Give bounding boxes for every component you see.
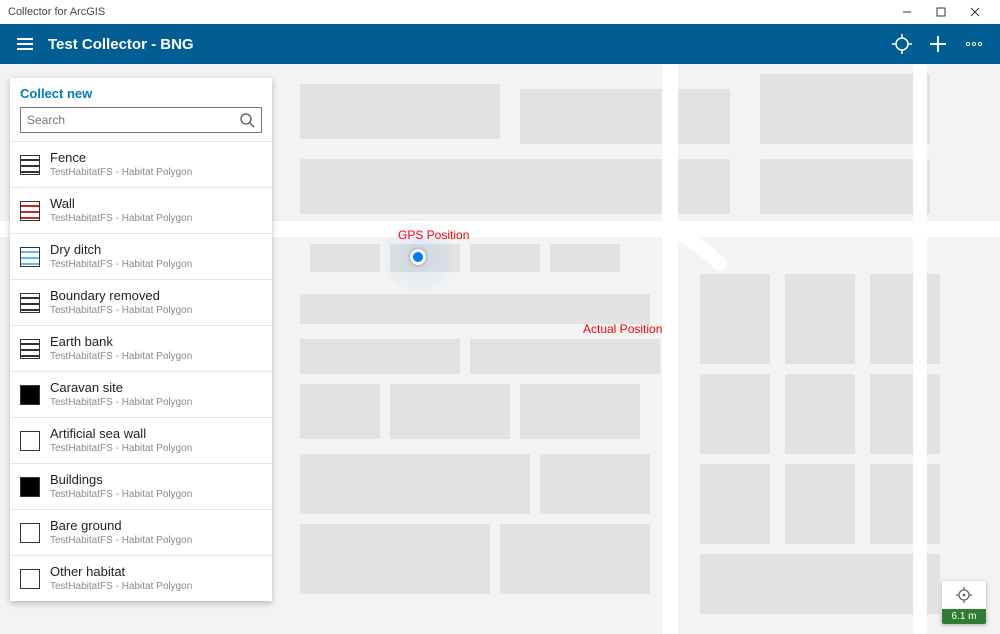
- window-title: Collector for ArcGIS: [8, 6, 105, 18]
- plus-icon: [927, 33, 949, 55]
- more-button[interactable]: [956, 26, 992, 62]
- feature-swatch: [20, 569, 40, 589]
- collect-panel: Collect new Fence TestHabitatFS - Habitat…: [10, 78, 272, 601]
- feature-name: Caravan site: [50, 381, 192, 395]
- feature-sublabel: TestHabitatFS - Habitat Polygon: [50, 489, 192, 500]
- feature-name: Boundary removed: [50, 289, 192, 303]
- feature-sublabel: TestHabitatFS - Habitat Polygon: [50, 443, 192, 454]
- feature-name: Other habitat: [50, 565, 192, 579]
- feature-template-item[interactable]: Bare ground TestHabitatFS - Habitat Polyg…: [10, 509, 272, 555]
- search-icon: [239, 112, 255, 128]
- accuracy-value: 6.1 m: [942, 609, 986, 624]
- locate-button[interactable]: [884, 26, 920, 62]
- feature-template-item[interactable]: Boundary removed TestHabitatFS - Habitat …: [10, 279, 272, 325]
- feature-template-item[interactable]: Dry ditch TestHabitatFS - Habitat Polygon: [10, 233, 272, 279]
- search-input[interactable]: [27, 113, 239, 127]
- feature-swatch: [20, 155, 40, 175]
- feature-name: Bare ground: [50, 519, 192, 533]
- feature-swatch: [20, 431, 40, 451]
- window-close-button[interactable]: [958, 0, 992, 24]
- feature-swatch: [20, 201, 40, 221]
- feature-name: Fence: [50, 151, 192, 165]
- main-area: GPS Position Actual Position: [0, 64, 1000, 634]
- feature-sublabel: TestHabitatFS - Habitat Polygon: [50, 535, 192, 546]
- feature-swatch: [20, 293, 40, 313]
- feature-swatch: [20, 247, 40, 267]
- add-button[interactable]: [920, 26, 956, 62]
- feature-swatch: [20, 477, 40, 497]
- feature-template-item[interactable]: Artificial sea wall TestHabitatFS - Habit…: [10, 417, 272, 463]
- feature-template-item[interactable]: Buildings TestHabitatFS - Habitat Polygon: [10, 463, 272, 509]
- feature-name: Buildings: [50, 473, 192, 487]
- feature-template-item[interactable]: Earth bank TestHabitatFS - Habitat Polygo…: [10, 325, 272, 371]
- feature-template-list: FenceTestHabitatFS - Habitat PolygonWall…: [10, 141, 272, 601]
- feature-swatch: [20, 523, 40, 543]
- feature-name: Earth bank: [50, 335, 192, 349]
- feature-template-item[interactable]: Fence TestHabitatFS - Habitat Polygon: [10, 141, 272, 187]
- crosshair-icon: [891, 33, 913, 55]
- hamburger-icon: [15, 34, 35, 54]
- feature-name: Wall: [50, 197, 192, 211]
- window-minimize-button[interactable]: [890, 0, 924, 24]
- window-titlebar: Collector for ArcGIS: [0, 0, 1000, 24]
- feature-template-item[interactable]: Wall TestHabitatFS - Habitat Polygon: [10, 187, 272, 233]
- app-title: Test Collector - BNG: [48, 36, 194, 53]
- feature-sublabel: TestHabitatFS - Habitat Polygon: [50, 259, 192, 270]
- feature-sublabel: TestHabitatFS - Habitat Polygon: [50, 397, 192, 408]
- feature-template-item[interactable]: Other habitat TestHabitatFS - Habitat Pol…: [10, 555, 272, 601]
- feature-sublabel: TestHabitatFS - Habitat Polygon: [50, 351, 192, 362]
- accuracy-icon-slot: [955, 581, 973, 609]
- feature-swatch: [20, 339, 40, 359]
- feature-sublabel: TestHabitatFS - Habitat Polygon: [50, 581, 192, 592]
- feature-name: Dry ditch: [50, 243, 192, 257]
- collect-panel-header: Collect new: [10, 78, 272, 107]
- feature-sublabel: TestHabitatFS - Habitat Polygon: [50, 213, 192, 224]
- feature-sublabel: TestHabitatFS - Habitat Polygon: [50, 167, 192, 178]
- feature-name: Artificial sea wall: [50, 427, 192, 441]
- accuracy-badge[interactable]: 6.1 m: [942, 581, 986, 624]
- search-box[interactable]: [20, 107, 262, 133]
- feature-sublabel: TestHabitatFS - Habitat Polygon: [50, 305, 192, 316]
- ellipsis-icon: [963, 33, 985, 55]
- feature-swatch: [20, 385, 40, 405]
- window-maximize-button[interactable]: [924, 0, 958, 24]
- hamburger-menu-button[interactable]: [8, 27, 42, 61]
- app-header: Test Collector - BNG: [0, 24, 1000, 64]
- feature-template-item[interactable]: Caravan site TestHabitatFS - Habitat Poly…: [10, 371, 272, 417]
- crosshair-icon: [955, 586, 973, 604]
